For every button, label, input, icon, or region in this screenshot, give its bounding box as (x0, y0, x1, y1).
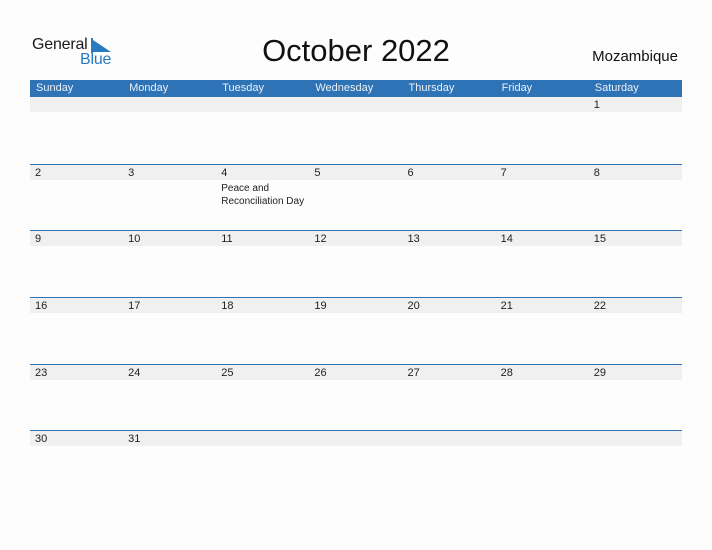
day-cell (216, 431, 309, 497)
weekday-friday: Friday (501, 82, 533, 94)
day-cell (30, 97, 123, 164)
day-cell (496, 431, 589, 497)
day-number: 2 (35, 166, 42, 179)
weekday-monday: Monday (129, 82, 169, 94)
day-number: 6 (407, 166, 414, 179)
day-number: 26 (314, 366, 327, 379)
day-number: 10 (128, 233, 141, 246)
day-cell: 30 (30, 431, 123, 497)
day-cell: 8 (589, 165, 682, 231)
day-number: 24 (128, 366, 141, 379)
day-number: 23 (35, 366, 48, 379)
day-cell: 15 (589, 231, 682, 297)
week-cells: 16 17 18 19 20 21 22 (30, 298, 682, 364)
day-number: 15 (593, 233, 606, 246)
week-cells: 30 31 (30, 431, 682, 497)
day-number: 31 (128, 433, 141, 446)
day-cell (309, 431, 402, 497)
day-number: 3 (128, 166, 135, 179)
week-row: 1 (30, 97, 682, 164)
day-cell: 28 (496, 365, 589, 431)
calendar-grid: Sunday Monday Tuesday Wednesday Thursday… (30, 80, 682, 497)
day-cell: 3 (123, 165, 216, 231)
day-cell: 10 (123, 231, 216, 297)
country-label: Mozambique (592, 48, 678, 65)
day-cell: 22 (589, 298, 682, 364)
weekday-sunday: Sunday (36, 82, 74, 94)
day-number: 17 (128, 300, 141, 313)
day-cell: 29 (589, 365, 682, 431)
week-cells: 23 24 25 26 27 28 29 (30, 365, 682, 431)
day-cell (123, 97, 216, 164)
day-number: 27 (407, 366, 420, 379)
day-number: 7 (500, 166, 507, 179)
day-cell: 27 (403, 365, 496, 431)
day-cell (403, 431, 496, 497)
day-cell (589, 431, 682, 497)
day-cell: 11 (216, 231, 309, 297)
day-cell: 21 (496, 298, 589, 364)
weeks-container: 1 2 3 4 Peace and Reconciliation Day 5 6 7 8 9 10 1… (30, 97, 682, 497)
day-cell: 19 (309, 298, 402, 364)
week-cells: 1 (30, 97, 682, 164)
day-number: 16 (35, 300, 48, 313)
day-cell: 20 (403, 298, 496, 364)
day-number: 12 (314, 233, 327, 246)
day-cell: 1 (589, 97, 682, 164)
day-number: 19 (314, 300, 327, 313)
day-cell: 14 (496, 231, 589, 297)
day-number: 30 (35, 433, 48, 446)
day-cell: 7 (496, 165, 589, 231)
day-cell (216, 97, 309, 164)
week-row: 9 10 11 12 13 14 15 (30, 230, 682, 297)
day-cell: 25 (216, 365, 309, 431)
day-cell: 9 (30, 231, 123, 297)
week-cells: 9 10 11 12 13 14 15 (30, 231, 682, 297)
week-row: 23 24 25 26 27 28 29 (30, 363, 682, 431)
day-number: 28 (500, 366, 513, 379)
weekday-thursday: Thursday (408, 82, 455, 94)
week-row: 16 17 18 19 20 21 22 (30, 297, 682, 364)
day-cell: 5 (309, 165, 402, 231)
day-number: 8 (593, 166, 600, 179)
day-number: 21 (500, 300, 513, 313)
day-number: 18 (221, 300, 234, 313)
weekday-header: Sunday Monday Tuesday Wednesday Thursday… (30, 80, 682, 97)
day-cell: 13 (403, 231, 496, 297)
week-cells: 2 3 4 Peace and Reconciliation Day 5 6 7 8 (30, 165, 682, 231)
day-number: 20 (407, 300, 420, 313)
day-number: 25 (221, 366, 234, 379)
day-number: 13 (407, 233, 420, 246)
week-row: 30 31 (30, 430, 682, 497)
day-number: 11 (221, 233, 233, 246)
week-row: 2 3 4 Peace and Reconciliation Day 5 6 7 8 (30, 163, 682, 231)
day-number: 4 (221, 166, 228, 179)
day-cell: 31 (123, 431, 216, 497)
day-cell (309, 97, 402, 164)
day-cell (496, 97, 589, 164)
weekday-saturday: Saturday (594, 82, 639, 94)
day-number: 9 (35, 233, 42, 246)
day-cell: 23 (30, 365, 123, 431)
day-cell: 12 (309, 231, 402, 297)
weekday-wednesday: Wednesday (315, 82, 374, 94)
day-cell: 4 Peace and Reconciliation Day (216, 165, 309, 231)
day-cell: 24 (123, 365, 216, 431)
day-cell: 17 (123, 298, 216, 364)
day-cell: 26 (309, 365, 402, 431)
day-cell: 18 (216, 298, 309, 364)
holiday-label: Peace and Reconciliation Day (221, 182, 305, 207)
day-number: 1 (593, 99, 600, 111)
day-number: 22 (593, 300, 606, 313)
day-cell: 6 (403, 165, 496, 231)
day-cell (403, 97, 496, 164)
day-cell: 2 (30, 165, 123, 231)
day-cell: 16 (30, 298, 123, 364)
day-number: 29 (593, 366, 606, 379)
day-number: 14 (500, 233, 513, 246)
weekday-tuesday: Tuesday (222, 82, 265, 94)
day-number: 5 (314, 166, 321, 179)
